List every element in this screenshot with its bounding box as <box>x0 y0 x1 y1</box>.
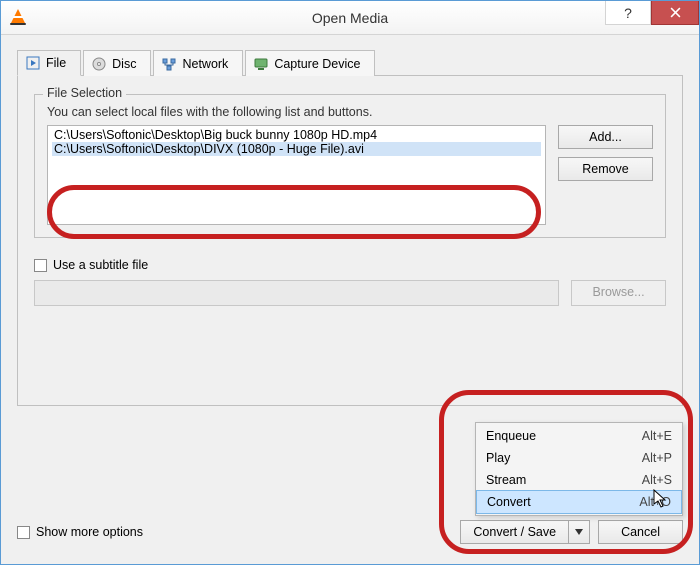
menu-item-play[interactable]: Play Alt+P <box>476 447 682 469</box>
vlc-cone-icon <box>9 9 27 27</box>
browse-subtitle-button: Browse... <box>571 280 666 306</box>
dialog-content: File Disc Network Capture Device File Se… <box>1 35 699 564</box>
tab-disc-label: Disc <box>112 57 136 71</box>
menu-item-label: Play <box>486 451 510 465</box>
capture-icon <box>254 57 268 71</box>
convert-save-dropdown-menu: Enqueue Alt+E Play Alt+P Stream Alt+S Co… <box>475 422 683 516</box>
use-subtitle-checkbox[interactable] <box>34 259 47 272</box>
subtitle-path-field <box>34 280 559 306</box>
menu-item-shortcut: Alt+P <box>642 451 672 465</box>
chevron-down-icon <box>575 529 583 535</box>
tab-capture[interactable]: Capture Device <box>245 50 375 76</box>
menu-item-shortcut: Alt+S <box>642 473 672 487</box>
bottom-row: Show more options Convert / Save Cancel <box>17 520 683 544</box>
tab-capture-label: Capture Device <box>274 57 360 71</box>
tab-file[interactable]: File <box>17 50 81 76</box>
file-selection-group: File Selection You can select local file… <box>34 94 666 238</box>
file-list[interactable]: C:\Users\Softonic\Desktop\Big buck bunny… <box>47 125 546 225</box>
network-icon <box>162 57 176 71</box>
open-media-dialog: Open Media ? File Disc Network <box>0 0 700 565</box>
file-list-item[interactable]: C:\Users\Softonic\Desktop\DIVX (1080p - … <box>52 142 541 156</box>
show-more-label: Show more options <box>36 525 143 539</box>
menu-item-stream[interactable]: Stream Alt+S <box>476 469 682 491</box>
menu-item-convert[interactable]: Convert Alt+O <box>476 490 682 514</box>
menu-item-shortcut: Alt+E <box>642 429 672 443</box>
tab-file-label: File <box>46 56 66 70</box>
menu-item-shortcut: Alt+O <box>639 495 671 509</box>
help-button[interactable]: ? <box>605 1 651 25</box>
window-title: Open Media <box>312 10 388 26</box>
close-button[interactable] <box>651 1 699 25</box>
show-more-checkbox[interactable] <box>17 526 30 539</box>
disc-icon <box>92 57 106 71</box>
menu-item-label: Convert <box>487 495 531 509</box>
cancel-button[interactable]: Cancel <box>598 520 683 544</box>
file-list-item[interactable]: C:\Users\Softonic\Desktop\Big buck bunny… <box>52 128 541 142</box>
file-tab-panel: File Selection You can select local file… <box>17 76 683 406</box>
play-file-icon <box>26 56 40 70</box>
close-icon <box>670 7 681 18</box>
use-subtitle-label: Use a subtitle file <box>53 258 148 272</box>
menu-item-label: Stream <box>486 473 526 487</box>
tab-network-label: Network <box>182 57 228 71</box>
titlebar: Open Media ? <box>1 1 699 35</box>
convert-save-dropdown-toggle[interactable] <box>569 520 590 544</box>
convert-save-split-button[interactable]: Convert / Save <box>460 520 590 544</box>
tab-disc[interactable]: Disc <box>83 50 151 76</box>
tab-network[interactable]: Network <box>153 50 243 76</box>
remove-button[interactable]: Remove <box>558 157 653 181</box>
add-button[interactable]: Add... <box>558 125 653 149</box>
menu-item-label: Enqueue <box>486 429 536 443</box>
menu-item-enqueue[interactable]: Enqueue Alt+E <box>476 425 682 447</box>
tabstrip: File Disc Network Capture Device <box>17 49 683 76</box>
file-selection-legend: File Selection <box>43 86 126 100</box>
convert-save-button[interactable]: Convert / Save <box>460 520 569 544</box>
file-selection-help: You can select local files with the foll… <box>47 105 653 119</box>
